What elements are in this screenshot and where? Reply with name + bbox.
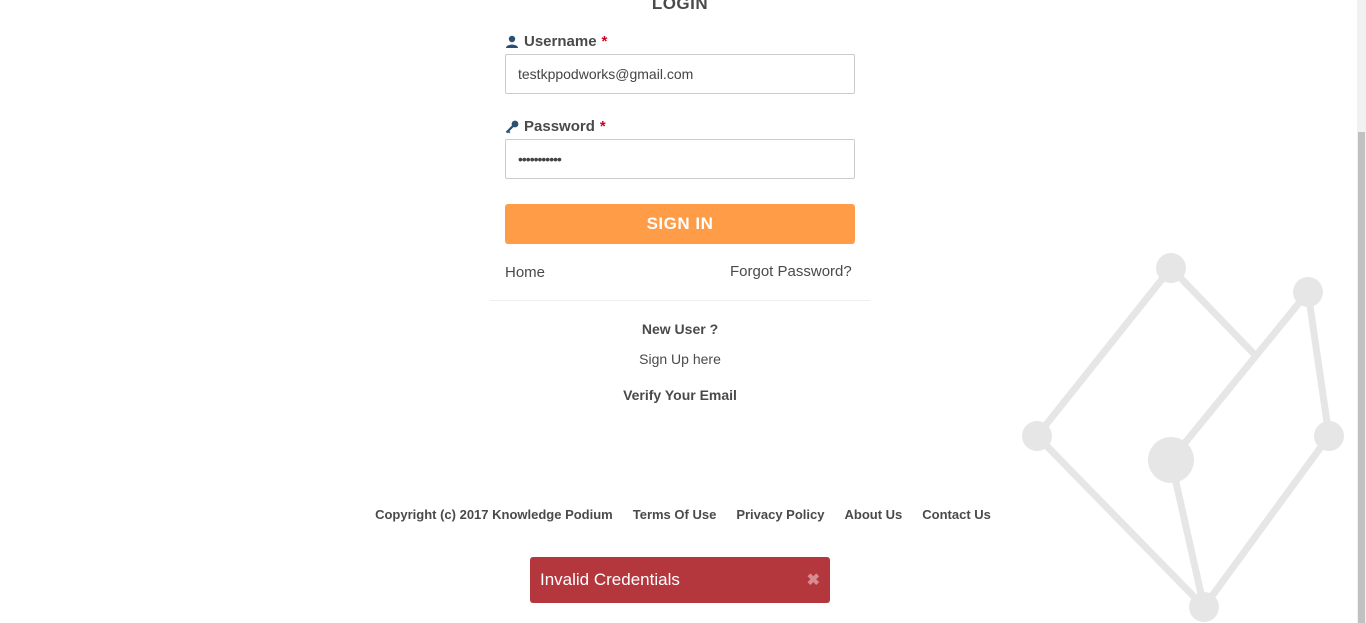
sign-in-button[interactable]: SIGN IN — [505, 204, 855, 244]
password-label: Password * — [505, 118, 606, 135]
required-marker: * — [601, 33, 608, 50]
password-input[interactable]: ••••••••••• — [505, 139, 855, 179]
required-marker: * — [599, 118, 606, 135]
network-logo-graphic — [1022, 253, 1344, 622]
sign-up-link[interactable]: Sign Up here — [505, 351, 855, 367]
error-toast: Invalid Credentials ✖ — [530, 557, 830, 603]
login-title: LOGIN — [651, 0, 709, 13]
login-page: LOGIN Username * testkppodworks@gmail.co… — [0, 0, 1366, 623]
verify-email-link[interactable]: Verify Your Email — [505, 387, 855, 403]
copyright-text: Copyright (c) 2017 Knowledge Podium — [375, 507, 613, 522]
new-user-label: New User ? — [641, 321, 719, 337]
scrollbar-thumb[interactable] — [1358, 132, 1365, 623]
privacy-link[interactable]: Privacy Policy — [736, 507, 824, 522]
forgot-password-link[interactable]: Forgot Password? — [730, 263, 852, 280]
key-icon — [505, 120, 519, 133]
password-label-text: Password — [524, 118, 595, 135]
username-input[interactable]: testkppodworks@gmail.com — [505, 54, 855, 94]
terms-link[interactable]: Terms Of Use — [633, 507, 717, 522]
username-label-text: Username — [524, 33, 597, 50]
footer: Copyright (c) 2017 Knowledge Podium Term… — [0, 507, 1366, 522]
home-link[interactable]: Home — [505, 264, 545, 281]
about-link[interactable]: About Us — [844, 507, 902, 522]
contact-link[interactable]: Contact Us — [922, 507, 991, 522]
toast-message: Invalid Credentials — [540, 570, 680, 589]
username-label: Username * — [505, 33, 607, 50]
close-icon[interactable]: ✖ — [807, 570, 820, 590]
scrollbar[interactable] — [1357, 0, 1366, 623]
divider — [490, 300, 870, 301]
user-icon — [506, 35, 518, 48]
